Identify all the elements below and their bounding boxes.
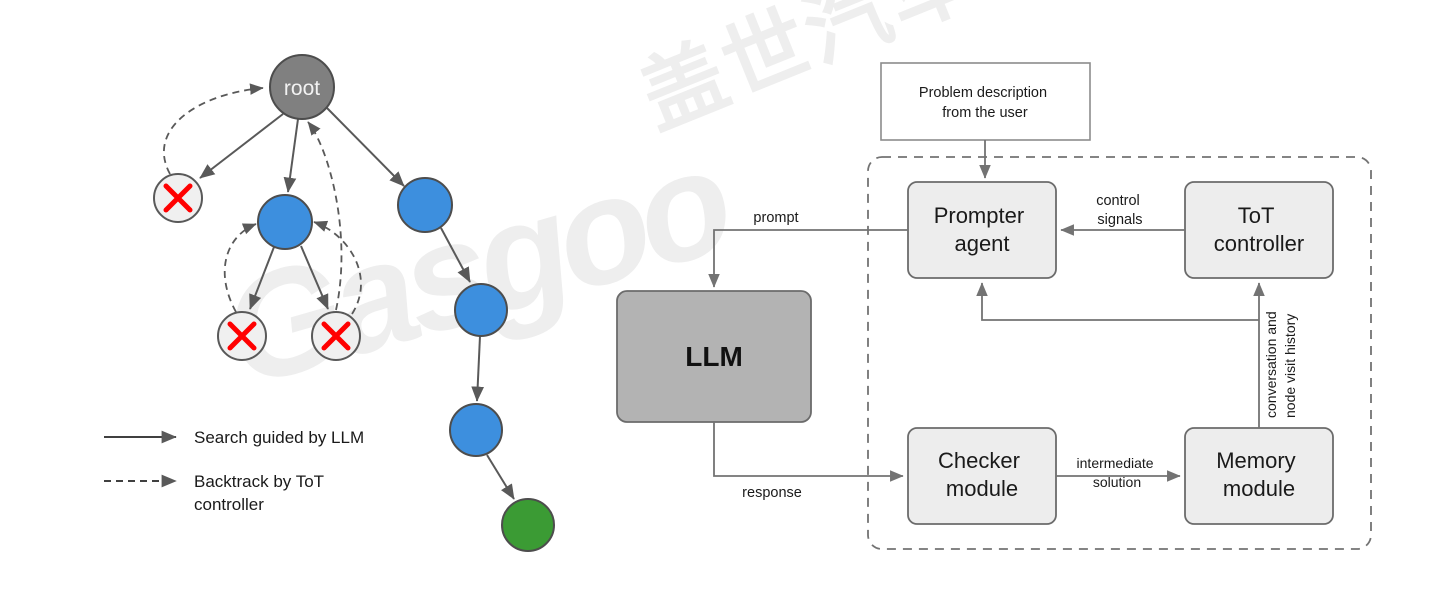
edge-label-prompt: prompt	[753, 210, 798, 226]
legend-label-backtrack: Backtrack by ToT controller	[194, 472, 329, 514]
edge-label-history: conversation and node visit history	[1263, 307, 1298, 418]
tree-node-failed-2[interactable]	[217, 311, 267, 361]
tree-node-root-label: root	[284, 77, 320, 100]
edge-history-to-prompter	[976, 282, 1259, 321]
box-checker-module[interactable]: Checker module	[907, 427, 1057, 525]
svg-text:conversation and node: conversation and node visit history	[1263, 307, 1298, 418]
diagram-canvas: 盖世汽车 Gasgoo root Search guided by LLM Ba…	[0, 0, 1432, 600]
legend-label-search: Search guided by LLM	[194, 428, 364, 447]
box-memory-module[interactable]: Memory module	[1184, 427, 1334, 525]
edge-label-control-signals: control signals	[1096, 193, 1144, 228]
box-prompter-agent[interactable]: Prompter agent	[907, 181, 1057, 279]
diagram-svg: root Search guided by LLM Backtrack by T…	[104, 54, 1372, 552]
tree-node-solution[interactable]	[501, 498, 555, 552]
edge-prompt	[708, 229, 908, 288]
edge-label-response: response	[742, 485, 802, 501]
tree-node-explored-1[interactable]	[257, 194, 313, 250]
tree-node-explored-4[interactable]	[449, 403, 503, 457]
box-problem-description[interactable]: Problem description from the user	[880, 62, 1091, 141]
box-llm-label: LLM	[685, 341, 743, 372]
legend: Search guided by LLM Backtrack by ToT co…	[104, 428, 364, 514]
tree-node-explored-3[interactable]	[454, 283, 508, 337]
tree-node-failed-1[interactable]	[153, 173, 203, 223]
tree-node-failed-3[interactable]	[311, 311, 361, 361]
tree-node-root[interactable]: root	[269, 54, 335, 120]
tree-node-explored-2[interactable]	[397, 177, 453, 233]
box-llm[interactable]: LLM	[616, 290, 812, 423]
edge-response	[713, 422, 904, 482]
box-tot-controller[interactable]: ToT controller	[1184, 181, 1334, 279]
edge-label-intermediate-solution: intermediate solution	[1077, 455, 1158, 490]
